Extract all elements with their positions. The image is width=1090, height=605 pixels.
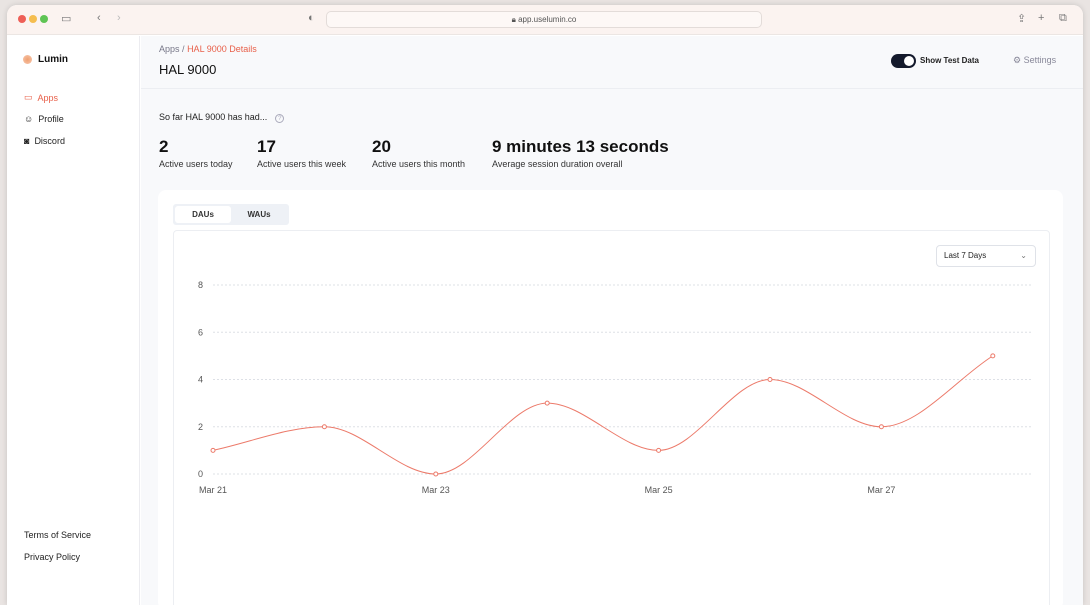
stat-label: Average session duration overall (492, 159, 623, 169)
lumin-logo (23, 55, 32, 64)
share-icon[interactable]: ⇪ (1017, 12, 1026, 25)
privacy-shield-icon[interactable]: ◐ (308, 12, 315, 24)
forward-icon[interactable]: › (117, 12, 121, 24)
brand[interactable]: Lumin (23, 54, 68, 65)
brand-name: Lumin (38, 54, 68, 65)
y-tick-label: 6 (198, 327, 203, 337)
tab-waus[interactable]: WAUs (231, 206, 287, 223)
sidebar-item-apps[interactable]: ▭ Apps (24, 92, 58, 103)
tab-daus[interactable]: DAUs (175, 206, 231, 223)
stat-today: 2 Active users today (159, 137, 233, 169)
minimize-window-button[interactable] (29, 15, 37, 23)
help-icon[interactable]: ? (275, 114, 285, 123)
data-point (321, 424, 327, 430)
line-chart: 0 2 4 6 8 Mar 21 Mar 23 Mar 25 Mar 27 (198, 280, 1032, 495)
breadcrumb-apps[interactable]: Apps (159, 44, 180, 54)
breadcrumb: Apps / HAL 9000 Details (159, 44, 257, 54)
page-header: Apps / HAL 9000 Details HAL 9000 Show Te… (141, 36, 1083, 89)
x-tick-label: Mar 21 (199, 485, 227, 495)
stat-label: Active users this month (372, 159, 466, 169)
data-point (433, 471, 439, 477)
stat-month: 20 Active users this month (372, 137, 465, 169)
new-tab-icon[interactable]: + (1038, 12, 1044, 24)
x-tick-label: Mar 25 (645, 485, 673, 495)
sidebar-item-label: Profile (38, 114, 64, 124)
stat-session: 9 minutes 13 seconds Average session dura… (492, 137, 669, 169)
y-tick-label: 0 (198, 469, 203, 479)
data-point (210, 447, 216, 453)
sidebar-toggle-icon[interactable]: ▭ (61, 12, 71, 25)
discord-icon: ◙ (24, 136, 30, 146)
toggle-label: Show Test Data (920, 56, 979, 65)
sidebar-item-discord[interactable]: ◙ Discord (24, 136, 65, 146)
browser-toolbar: ▭ ‹ › ◐ 🔒︎ app.uselumin.co ⇪ + ⧉ (7, 5, 1083, 35)
breadcrumb-current: HAL 9000 Details (187, 44, 257, 54)
sidebar: Lumin ▭ Apps ☺ Profile ◙ Discord Terms of S… (7, 36, 140, 605)
tab-overview-icon[interactable]: ⧉ (1059, 12, 1067, 25)
back-icon[interactable]: ‹ (97, 12, 101, 24)
monitor-icon: ▭ (24, 92, 33, 102)
x-tick-label: Mar 23 (422, 485, 450, 495)
show-test-data-toggle[interactable] (891, 54, 916, 68)
address-bar[interactable]: 🔒︎ app.uselumin.co (326, 11, 762, 28)
data-point (990, 353, 996, 359)
chart-container: Last 7 Days ⌄ 0 2 4 6 8 Mar 21 Mar 23 Mar 25 Mar … (173, 230, 1050, 605)
gear-icon: ⚙ (1013, 55, 1024, 65)
stat-week: 17 Active users this week (257, 137, 346, 169)
stat-value: 2 (159, 137, 169, 156)
sidebar-item-profile[interactable]: ☺ Profile (24, 114, 64, 124)
settings-button[interactable]: ⚙ Settings (1013, 55, 1056, 66)
sidebar-item-label: Discord (34, 136, 65, 146)
chart-card: DAUs WAUs Last 7 Days ⌄ 0 2 4 6 8 Mar 21 Mar 23… (158, 190, 1063, 605)
browser-window: ▭ ‹ › ◐ 🔒︎ app.uselumin.co ⇪ + ⧉ Lumin ▭… (7, 5, 1083, 605)
y-tick-label: 4 (198, 375, 203, 385)
sidebar-item-label: Apps (37, 92, 59, 103)
series-line (212, 355, 994, 475)
stat-value: 17 (257, 137, 276, 156)
summary-intro: So far HAL 9000 has had...? (159, 112, 285, 123)
settings-label: Settings (1023, 55, 1057, 65)
stat-value: 20 (372, 137, 391, 156)
maximize-window-button[interactable] (40, 15, 48, 23)
stat-label: Active users today (159, 159, 233, 169)
data-point (544, 400, 550, 406)
breadcrumb-separator: / (182, 44, 185, 54)
user-icon: ☺ (24, 114, 34, 124)
metric-tabs: DAUs WAUs (173, 204, 289, 225)
y-tick-label: 8 (198, 280, 203, 290)
stat-label: Active users this week (257, 159, 347, 169)
main-content: Apps / HAL 9000 Details HAL 9000 Show Te… (141, 36, 1083, 605)
data-point (878, 424, 884, 430)
terms-link[interactable]: Terms of Service (24, 530, 91, 540)
privacy-link[interactable]: Privacy Policy (24, 552, 80, 562)
page-title: HAL 9000 (159, 62, 217, 77)
close-window-button[interactable] (18, 15, 26, 23)
data-point (656, 447, 662, 453)
url-text: app.uselumin.co (518, 15, 577, 24)
summary-intro-text: So far HAL 9000 has had... (159, 112, 268, 122)
data-point (767, 377, 773, 382)
stat-value: 9 minutes 13 seconds (492, 137, 669, 156)
x-tick-label: Mar 27 (867, 485, 895, 495)
y-tick-label: 2 (198, 422, 203, 432)
